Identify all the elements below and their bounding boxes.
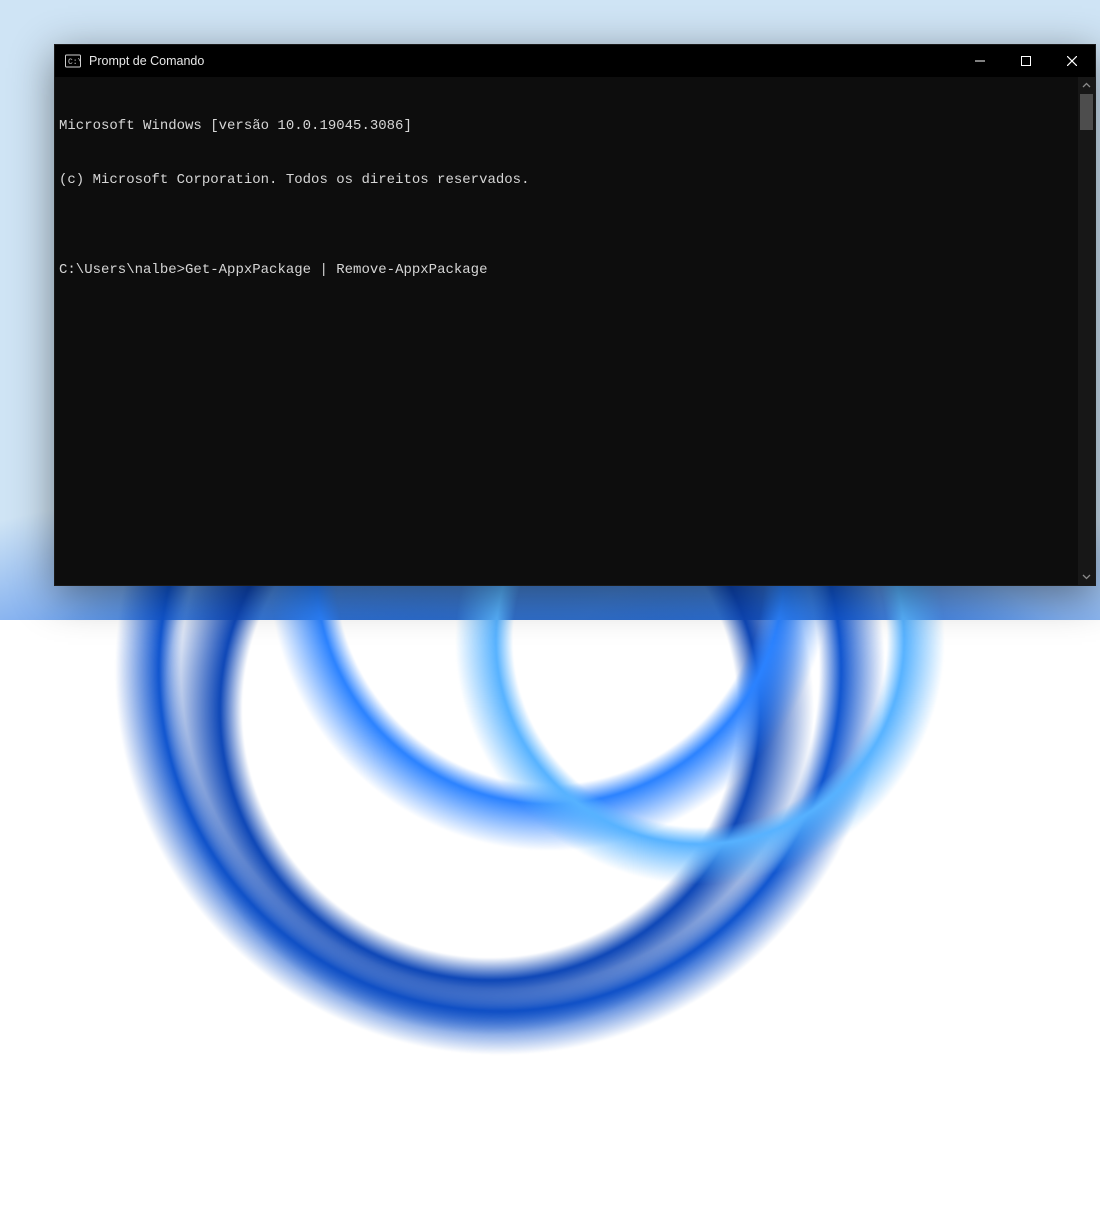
- terminal-output[interactable]: Microsoft Windows [versão 10.0.19045.308…: [55, 77, 1078, 585]
- minimize-button[interactable]: [957, 45, 1003, 77]
- output-line: (c) Microsoft Corporation. Todos os dire…: [59, 171, 1072, 189]
- scroll-thumb[interactable]: [1080, 94, 1093, 130]
- maximize-button[interactable]: [1003, 45, 1049, 77]
- svg-text:C:\: C:\: [68, 58, 81, 67]
- window-title: Prompt de Comando: [89, 54, 204, 68]
- prompt-line: C:\Users\nalbe>Get-AppxPackage | Remove-…: [59, 261, 1072, 279]
- close-icon: [1067, 56, 1077, 66]
- cmd-icon: C:\: [65, 53, 81, 69]
- chevron-down-icon: [1082, 572, 1091, 581]
- chevron-up-icon: [1082, 81, 1091, 90]
- terminal-body: Microsoft Windows [versão 10.0.19045.308…: [55, 77, 1095, 585]
- scroll-up-button[interactable]: [1078, 77, 1095, 94]
- maximize-icon: [1021, 56, 1031, 66]
- output-line: Microsoft Windows [versão 10.0.19045.308…: [59, 117, 1072, 135]
- command-input[interactable]: Get-AppxPackage | Remove-AppxPackage: [185, 262, 487, 278]
- command-prompt-window: C:\ Prompt de Comando Microsoft Windows …: [54, 44, 1096, 586]
- vertical-scrollbar[interactable]: [1078, 77, 1095, 585]
- close-button[interactable]: [1049, 45, 1095, 77]
- scroll-track[interactable]: [1078, 94, 1095, 568]
- titlebar[interactable]: C:\ Prompt de Comando: [55, 45, 1095, 77]
- scroll-down-button[interactable]: [1078, 568, 1095, 585]
- minimize-icon: [975, 56, 985, 66]
- prompt-path: C:\Users\nalbe>: [59, 262, 185, 278]
